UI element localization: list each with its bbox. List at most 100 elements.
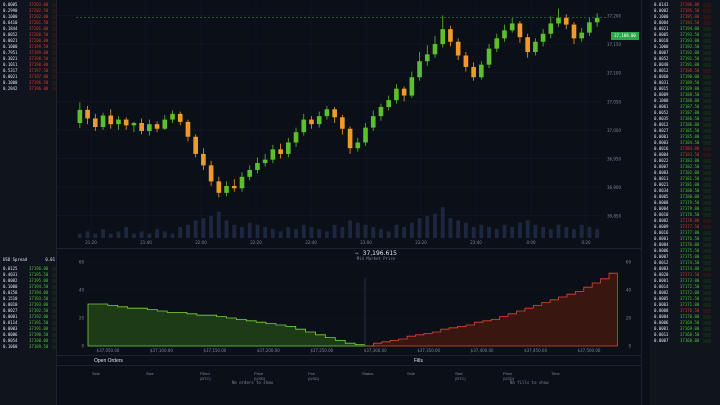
asks-area[interactable] <box>365 272 618 347</box>
candle-body[interactable] <box>77 109 83 124</box>
candle-body[interactable] <box>509 23 515 31</box>
candle-body[interactable] <box>255 163 260 170</box>
candle-body[interactable] <box>262 159 268 164</box>
candle-body[interactable] <box>201 153 206 166</box>
open-orders-title[interactable]: Open Orders <box>94 358 123 364</box>
orderbook-depth-bar <box>703 273 712 277</box>
depth-chart-panel[interactable]: ↔ 37,196.615 Mid Market Price 60 40 20 0 60 4… <box>56 248 641 355</box>
volume-bar <box>533 224 538 238</box>
candle-body[interactable] <box>139 123 144 132</box>
orderbook-bid-row[interactable]: 0.1060 37189.50 <box>3 344 61 350</box>
candle-body[interactable] <box>440 29 446 45</box>
candlestick-chart-panel[interactable]: 37,200 37,150 37,100 37,050 37,000 36,950 36,9… <box>56 0 641 248</box>
candle-body[interactable] <box>247 169 253 177</box>
orderbook-depth-bar <box>703 3 712 7</box>
candle-body[interactable] <box>177 113 183 122</box>
candle-body[interactable] <box>324 109 330 117</box>
orderbook-depth-bar <box>703 297 712 301</box>
candle-body[interactable] <box>432 44 438 55</box>
volume-bar <box>278 231 283 238</box>
candle-body[interactable] <box>347 128 353 149</box>
candle-body[interactable] <box>486 48 492 65</box>
candle-body[interactable] <box>355 142 361 149</box>
candle-body[interactable] <box>123 119 129 126</box>
volume-bar <box>494 229 499 238</box>
orderbook-depth-bar <box>703 255 712 259</box>
candle-body[interactable] <box>278 149 283 154</box>
orderbook-depth-bar <box>703 339 712 343</box>
candle-body[interactable] <box>224 185 229 193</box>
candle-body[interactable] <box>540 33 546 42</box>
volume-bar <box>240 227 244 238</box>
candle-body[interactable] <box>147 124 152 132</box>
table-header-side: Side <box>92 371 101 376</box>
depth-x-label: $37,100.00 <box>150 348 173 353</box>
candle-body[interactable] <box>479 64 484 78</box>
candle-body[interactable] <box>471 66 476 78</box>
candle-body[interactable] <box>548 23 554 34</box>
candle-body[interactable] <box>108 115 114 125</box>
candle-body[interactable] <box>116 119 121 125</box>
candle-body[interactable] <box>301 119 307 133</box>
candle-body[interactable] <box>579 32 585 39</box>
depth-chart[interactable]: 60 40 20 0 60 40 20 0 $37,050.00 $37,100.00 $37,15… <box>56 248 641 355</box>
orderbook-depth-bar <box>703 249 712 253</box>
candle-body[interactable] <box>386 100 391 107</box>
candle-body[interactable] <box>463 55 469 67</box>
fills-title[interactable]: Fills <box>414 358 423 364</box>
candle-body[interactable] <box>502 30 507 39</box>
candle-body[interactable] <box>100 115 106 128</box>
candle-body[interactable] <box>448 29 453 42</box>
candle-body[interactable] <box>571 24 577 39</box>
left-divider <box>56 0 57 405</box>
candle-body[interactable] <box>363 127 368 143</box>
candle-body[interactable] <box>517 23 523 38</box>
candle-body[interactable] <box>85 109 90 119</box>
candle-body[interactable] <box>170 113 175 120</box>
depth-x-label: $37,150.00 <box>203 348 226 353</box>
candle-body[interactable] <box>208 165 214 182</box>
candle-body[interactable] <box>231 185 237 189</box>
bids-area[interactable] <box>87 303 375 347</box>
orderbook-depth-bar <box>703 69 712 73</box>
candle-body[interactable] <box>92 118 98 128</box>
candle-body[interactable] <box>340 117 345 129</box>
orderbook-depth-bar <box>703 147 712 151</box>
candle-body[interactable] <box>239 176 245 189</box>
candle-body[interactable] <box>563 17 569 25</box>
candle-body[interactable] <box>533 41 538 53</box>
candle-body[interactable] <box>370 116 376 128</box>
candle-body[interactable] <box>394 88 399 101</box>
orderbook-depth-bar <box>703 177 712 181</box>
candle-body[interactable] <box>556 17 561 24</box>
candle-body[interactable] <box>417 61 422 78</box>
candle-body[interactable] <box>594 17 600 23</box>
candle-body[interactable] <box>293 132 299 143</box>
orderbook-row[interactable]: 0.0007 37168.00 <box>654 338 712 344</box>
orderbook-ask-row[interactable]: 0.2042 37196.00 <box>3 86 61 92</box>
table-header-side: Side <box>407 371 416 376</box>
candle-body[interactable] <box>424 54 430 62</box>
candle-body[interactable] <box>587 22 592 33</box>
candle-body[interactable] <box>309 119 314 125</box>
candlestick-chart[interactable]: 37,200 37,150 37,100 37,050 37,000 36,950 36,9… <box>56 0 641 248</box>
depth-y-label-right: 60 <box>626 260 632 265</box>
candle-body[interactable] <box>378 107 384 117</box>
candle-body[interactable] <box>401 88 407 96</box>
candle-body[interactable] <box>286 142 291 154</box>
candle-body[interactable] <box>185 121 191 137</box>
candle-body[interactable] <box>216 181 222 193</box>
candle-body[interactable] <box>525 37 530 53</box>
candle-body[interactable] <box>494 38 500 49</box>
candle-body[interactable] <box>270 149 276 160</box>
candle-body[interactable] <box>332 109 337 118</box>
volume-bar <box>85 231 90 238</box>
candle-body[interactable] <box>162 119 168 129</box>
candle-body[interactable] <box>154 124 160 129</box>
candle-body[interactable] <box>131 123 137 126</box>
candle-body[interactable] <box>455 41 461 56</box>
candle-body[interactable] <box>409 77 415 96</box>
candle-body[interactable] <box>193 136 198 154</box>
candle-body[interactable] <box>316 116 322 125</box>
volume-bar <box>355 222 360 238</box>
